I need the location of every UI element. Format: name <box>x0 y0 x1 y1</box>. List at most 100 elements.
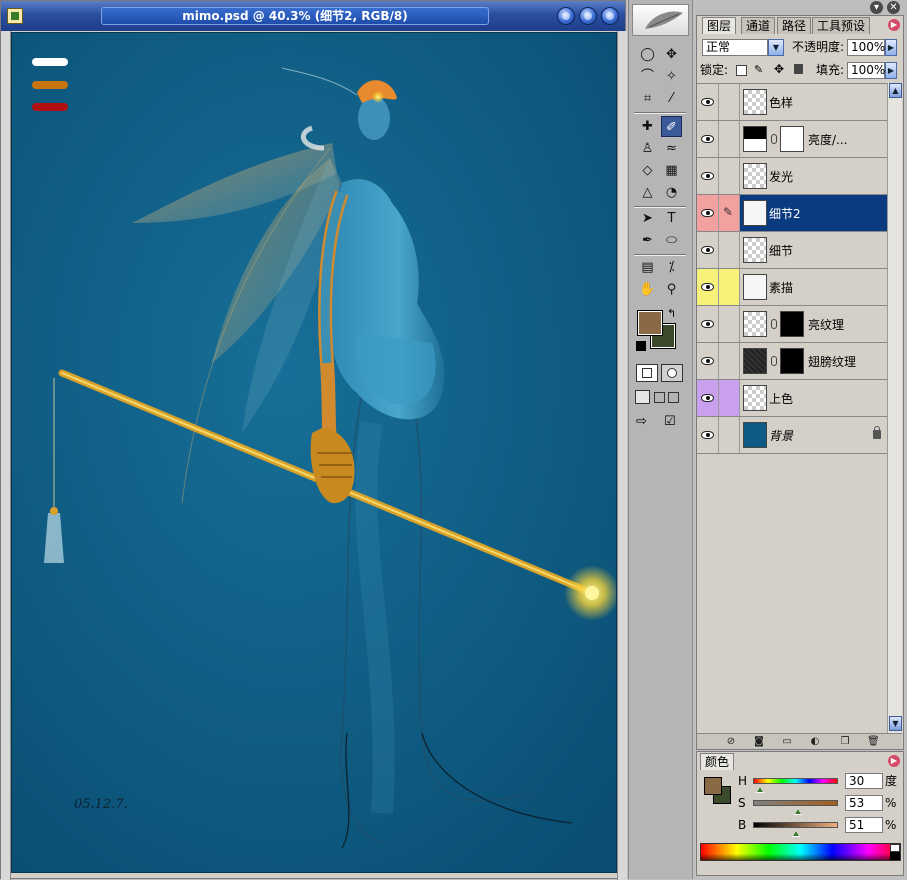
layer-row[interactable]: 素描 <box>697 269 887 306</box>
document-title-bar[interactable]: mimo.psd @ 40.3% (细节2, RGB/8) <box>1 1 625 31</box>
mask-link-chain-icon[interactable] <box>771 134 777 144</box>
layer-content[interactable]: 发光 <box>740 158 887 194</box>
photoshop-document-icon[interactable] <box>7 8 23 24</box>
saturation-input[interactable]: 53 <box>845 795 883 811</box>
layer-link-toggle[interactable] <box>719 84 740 120</box>
lasso-tool-icon[interactable]: ⌒ <box>637 66 658 87</box>
layer-row[interactable]: 翅膀纹理 <box>697 343 887 380</box>
layer-visibility-toggle[interactable] <box>697 269 719 305</box>
brightness-slider-thumb[interactable] <box>792 830 801 837</box>
minimize-button[interactable] <box>557 7 575 25</box>
layer-link-toggle[interactable] <box>719 232 740 268</box>
hue-input[interactable]: 30 <box>845 773 883 789</box>
blur-tool-icon[interactable]: △ <box>637 182 658 203</box>
clone-stamp-tool-icon[interactable]: ♙ <box>637 138 658 159</box>
palette-minimize-icon[interactable]: ▾ <box>870 1 883 14</box>
notes-tool-icon[interactable]: ▤ <box>637 257 658 278</box>
layer-row[interactable]: 发光 <box>697 158 887 195</box>
lock-position-icon[interactable]: ✥ <box>774 62 784 76</box>
edit-in-imageready-icon[interactable]: ☑ <box>664 414 682 432</box>
blend-mode-select[interactable]: 正常 <box>702 39 768 56</box>
crop-tool-icon[interactable]: ⌗ <box>637 88 658 109</box>
swap-colors-icon[interactable]: ↰ <box>667 307 676 320</box>
jump-to-imageready-icon[interactable]: ⇨ <box>636 414 660 432</box>
maximize-button[interactable] <box>579 7 597 25</box>
layer-link-toggle[interactable] <box>719 269 740 305</box>
fill-input[interactable]: 100% <box>847 62 885 79</box>
layer-mask-thumbnail[interactable] <box>780 311 804 337</box>
screen-mode-full-menu-icon[interactable] <box>654 392 665 403</box>
layer-list-scrollbar[interactable]: ▲ ▼ <box>887 83 902 733</box>
saturation-slider-thumb[interactable] <box>794 808 803 815</box>
screen-mode-full-icon[interactable] <box>668 392 679 403</box>
marquee-tool-icon[interactable]: ◯ <box>637 44 658 65</box>
layer-link-toggle[interactable] <box>719 158 740 194</box>
foreground-color-swatch[interactable] <box>637 310 663 336</box>
layer-visibility-toggle[interactable] <box>697 158 719 194</box>
new-set-folder-icon[interactable]: ▭ <box>781 736 793 747</box>
tab-channels[interactable]: 通道 <box>741 17 776 34</box>
spectrum-black-swatch[interactable] <box>890 852 900 860</box>
screen-mode-standard-icon[interactable] <box>635 390 650 404</box>
layer-link-toggle[interactable] <box>719 343 740 379</box>
layer-style-icon[interactable]: ⊘ <box>725 736 737 747</box>
default-colors-icon[interactable] <box>636 341 646 351</box>
layer-link-toggle[interactable] <box>719 380 740 416</box>
palette-close-icon[interactable]: ✕ <box>887 1 900 14</box>
layer-content[interactable]: 细节2 <box>740 195 887 231</box>
layer-visibility-toggle[interactable] <box>697 343 719 379</box>
opacity-slider-arrow-icon[interactable]: ▶ <box>885 39 897 56</box>
blend-mode-dropdown-icon[interactable]: ▼ <box>768 39 784 56</box>
toolbox-header-logo[interactable] <box>632 4 689 36</box>
layer-visibility-toggle[interactable] <box>697 232 719 268</box>
brightness-slider-bar[interactable] <box>753 822 838 828</box>
type-tool-icon[interactable]: T <box>661 208 682 229</box>
dodge-tool-icon[interactable]: ◔ <box>661 182 682 203</box>
layer-row[interactable]: 背景 <box>697 417 887 454</box>
add-mask-icon[interactable]: ◙ <box>753 736 765 747</box>
spectrum-white-swatch[interactable] <box>890 844 900 852</box>
healing-brush-tool-icon[interactable]: ✚ <box>637 116 658 137</box>
hand-tool-icon[interactable]: ✋ <box>637 279 658 300</box>
brightness-input[interactable]: 51 <box>845 817 883 833</box>
tab-layers[interactable]: 图层 <box>702 17 737 34</box>
quick-mask-mode-button[interactable] <box>661 364 683 382</box>
pen-tool-icon[interactable]: ✒ <box>637 230 658 251</box>
lock-all-icon[interactable] <box>794 64 803 74</box>
layer-row[interactable]: 色样 <box>697 84 887 121</box>
move-tool-icon[interactable]: ✥ <box>661 44 682 65</box>
hue-slider-thumb[interactable] <box>756 786 765 793</box>
color-palette-menu-icon[interactable]: ▶ <box>888 755 900 767</box>
layer-link-toggle[interactable] <box>719 306 740 342</box>
layer-visibility-toggle[interactable] <box>697 380 719 416</box>
layer-mask-thumbnail[interactable] <box>780 348 804 374</box>
layer-row[interactable]: 亮纹理 <box>697 306 887 343</box>
hue-slider-bar[interactable] <box>753 778 838 784</box>
layer-content[interactable]: 上色 <box>740 380 887 416</box>
tab-tool-presets[interactable]: 工具预设 <box>812 17 871 34</box>
path-selection-tool-icon[interactable]: ➤ <box>637 208 658 229</box>
magic-wand-tool-icon[interactable]: ✧ <box>661 66 682 87</box>
scroll-down-icon[interactable]: ▼ <box>889 716 902 731</box>
tab-color[interactable]: 颜色 <box>700 753 735 770</box>
layer-row[interactable]: 亮度/... <box>697 121 887 158</box>
layer-row[interactable]: 上色 <box>697 380 887 417</box>
history-brush-tool-icon[interactable]: ≈ <box>661 138 682 159</box>
standard-mode-button[interactable] <box>636 364 658 382</box>
layer-content[interactable]: 色样 <box>740 84 887 120</box>
lock-image-brush-icon[interactable]: ✎ <box>754 63 763 76</box>
layer-content[interactable]: 亮度/... <box>740 121 887 157</box>
eyedropper-tool-icon[interactable]: ⁒ <box>661 257 682 278</box>
delete-layer-icon[interactable]: 🗑 <box>867 736 880 747</box>
mask-link-chain-icon[interactable] <box>771 319 777 329</box>
color-spectrum-ramp[interactable] <box>700 843 901 861</box>
layer-mask-thumbnail[interactable] <box>780 126 804 152</box>
layer-content[interactable]: 翅膀纹理 <box>740 343 887 379</box>
zoom-tool-icon[interactable]: ⚲ <box>661 279 682 300</box>
slice-tool-icon[interactable]: ⁄ <box>661 88 682 109</box>
close-button[interactable] <box>601 7 619 25</box>
layer-visibility-toggle[interactable] <box>697 195 719 231</box>
new-layer-icon[interactable]: ❐ <box>839 736 851 747</box>
layer-row[interactable]: ✎ 细节2 <box>697 195 887 232</box>
layer-link-toggle[interactable]: ✎ <box>719 195 740 231</box>
